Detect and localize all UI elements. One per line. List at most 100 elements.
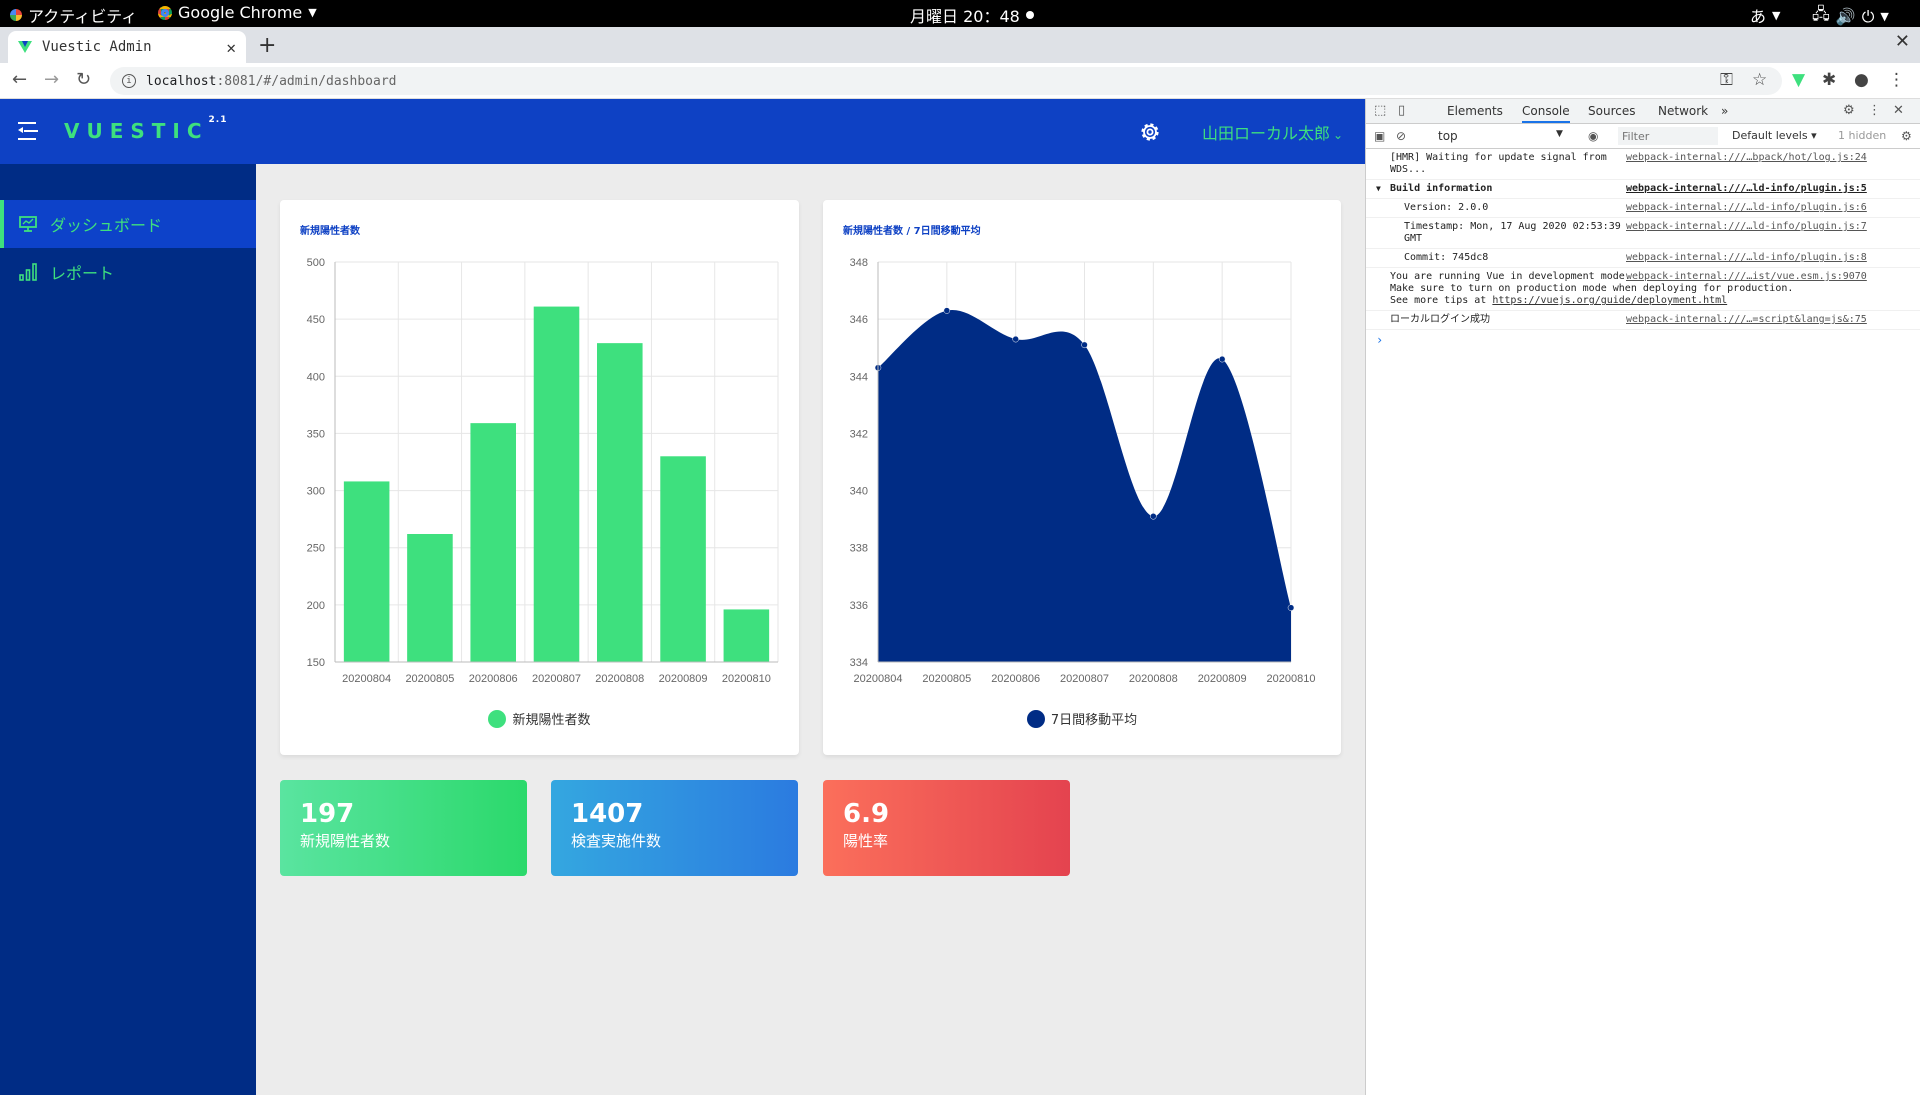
sidebar-item-report[interactable]: レポート: [0, 248, 256, 296]
bar[interactable]: [597, 343, 643, 662]
device-toggle-icon[interactable]: ▯: [1398, 103, 1405, 118]
input-method-menu[interactable]: あ ▼: [1750, 3, 1780, 27]
eye-icon[interactable]: ◉: [1588, 129, 1598, 143]
log-source-link[interactable]: webpack-internal:///…=script&lang=js&:75: [1626, 314, 1867, 326]
sidebar: ダッシュボード レポート: [0, 164, 256, 1095]
url-path: :8081/#/admin/dashboard: [216, 73, 397, 89]
x-tick-label: 20200805: [922, 673, 971, 685]
chart-legend[interactable]: 7日間移動平均: [823, 709, 1341, 728]
app-menu[interactable]: Google Chrome ▼: [158, 3, 317, 22]
filter-input[interactable]: [1618, 127, 1718, 145]
data-point[interactable]: [1081, 341, 1088, 349]
inspect-icon[interactable]: ⬚: [1374, 103, 1386, 118]
menu-toggle-button[interactable]: [16, 120, 40, 142]
x-tick-label: 20200809: [659, 673, 708, 685]
back-button[interactable]: ←: [12, 69, 27, 90]
bar[interactable]: [407, 534, 453, 662]
info-icon[interactable]: i: [122, 74, 136, 88]
clear-console-icon[interactable]: ⊘: [1396, 129, 1406, 143]
stat-card-new-positive: 197 新規陽性者数: [280, 780, 527, 876]
devtools-panel: ⬚ ▯ Elements Console Sources Network » ⚙…: [1365, 99, 1920, 1095]
expand-triangle-icon[interactable]: ▼: [1376, 183, 1381, 195]
address-bar[interactable]: i localhost:8081/#/admin/dashboard: [110, 67, 1782, 95]
tab-console[interactable]: Console: [1522, 104, 1570, 123]
bar[interactable]: [470, 423, 516, 662]
console-log: Timestamp: Mon, 17 Aug 2020 02:53:39 GMT…: [1366, 218, 1920, 249]
bar[interactable]: [343, 481, 390, 662]
tab-sources[interactable]: Sources: [1588, 104, 1635, 118]
gear-icon[interactable]: [1138, 120, 1162, 144]
browser-tab[interactable]: Vuestic Admin ✕: [8, 31, 246, 63]
data-point[interactable]: [1150, 513, 1157, 520]
bar[interactable]: [660, 456, 706, 662]
y-tick-label: 300: [307, 486, 325, 498]
data-point[interactable]: [1012, 335, 1019, 343]
os-top-bar: アクティビティ Google Chrome ▼ 月曜日 20：48 あ ▼ 🖧 …: [0, 0, 1920, 27]
x-tick-label: 20200807: [532, 673, 581, 685]
x-tick-label: 20200805: [405, 673, 454, 685]
input-method-label: あ: [1750, 7, 1767, 26]
x-tick-label: 20200804: [342, 673, 391, 685]
user-dropdown[interactable]: 山田ローカル太郎 ⌄: [1202, 120, 1343, 144]
more-tabs-button[interactable]: »: [1721, 104, 1728, 118]
chrome-icon: [158, 5, 172, 20]
extensions-icon[interactable]: ✱: [1822, 70, 1836, 90]
activities-icon: [10, 9, 22, 21]
x-tick-label: 20200810: [722, 673, 771, 685]
y-tick-label: 150: [307, 657, 325, 669]
tab-network[interactable]: Network: [1658, 104, 1708, 118]
profile-icon[interactable]: ●: [1854, 70, 1869, 90]
levels-dropdown[interactable]: Default levels ▾: [1732, 129, 1817, 142]
y-tick-label: 400: [307, 371, 325, 383]
data-point[interactable]: [1218, 355, 1226, 363]
y-tick-label: 336: [850, 600, 868, 612]
y-tick-label: 250: [307, 543, 325, 555]
console-settings-icon[interactable]: ⚙: [1901, 129, 1912, 143]
settings-gear-icon[interactable]: ⚙: [1843, 103, 1855, 118]
tab-close-icon[interactable]: ✕: [226, 38, 236, 57]
vue-devtools-icon[interactable]: ▼: [1792, 70, 1805, 90]
area-chart-card: 新規陽性者数 / 7日間移動平均 334 336 338 340 342 344 346 34…: [823, 200, 1341, 755]
log-source-link[interactable]: webpack-internal:///…ld-info/plugin.js:5: [1626, 183, 1867, 195]
data-point[interactable]: [1287, 604, 1295, 611]
bar[interactable]: [533, 306, 580, 662]
log-source-link[interactable]: webpack-internal:///…ld-info/plugin.js:7: [1626, 221, 1867, 233]
console-log-group[interactable]: ▼ Build information webpack-internal:///…l…: [1366, 180, 1920, 199]
log-source-link[interactable]: webpack-internal:///…ist/vue.esm.js:9070: [1626, 271, 1867, 283]
legend-label: 7日間移動平均: [1050, 713, 1138, 728]
legend-swatch: [488, 709, 507, 728]
sidebar-toggle-icon[interactable]: ▣: [1374, 129, 1385, 143]
reload-button[interactable]: ↻: [76, 69, 91, 90]
tab-elements[interactable]: Elements: [1447, 104, 1503, 118]
log-source-link[interactable]: webpack-internal:///…ld-info/plugin.js:6: [1626, 202, 1867, 214]
console-log: [HMR] Waiting for update signal from WDS…: [1366, 149, 1920, 180]
log-source-link[interactable]: webpack-internal:///…ld-info/plugin.js:8: [1626, 252, 1867, 264]
chart-legend[interactable]: 新規陽性者数: [280, 709, 799, 728]
forward-button[interactable]: →: [44, 69, 59, 90]
close-icon[interactable]: ✕: [1893, 103, 1904, 118]
app-name-label: Google Chrome: [178, 3, 303, 22]
data-point[interactable]: [943, 307, 951, 314]
vue-docs-link[interactable]: https://vuejs.org/guide/deployment.html: [1492, 295, 1727, 306]
activities-button[interactable]: アクティビティ: [10, 3, 137, 27]
area-series[interactable]: [878, 310, 1291, 662]
kebab-menu-icon[interactable]: ⋮: [1868, 103, 1881, 118]
console-prompt[interactable]: ›: [1366, 330, 1920, 347]
system-menu[interactable]: 🖧 🔊 ⏻ ▼: [1812, 3, 1889, 30]
console-toolbar: ▣ ⊘ top ▼ ◉ Default levels ▾ 1 hidden ⚙: [1366, 124, 1920, 149]
window-close-button[interactable]: ✕: [1895, 31, 1910, 52]
sidebar-item-label: レポート: [50, 264, 115, 283]
kebab-menu-icon[interactable]: ⋮: [1888, 70, 1905, 90]
key-icon[interactable]: ⚿: [1720, 70, 1733, 90]
context-select[interactable]: top: [1438, 129, 1458, 143]
x-tick-label: 20200808: [595, 673, 644, 685]
console-log: Version: 2.0.0 webpack-internal:///…ld-in…: [1366, 199, 1920, 218]
clock[interactable]: 月曜日 20：48: [910, 3, 1034, 27]
star-icon[interactable]: ☆: [1752, 70, 1767, 90]
app-logo[interactable]: VUESTIC2.1: [64, 115, 228, 143]
new-tab-button[interactable]: +: [258, 33, 276, 58]
log-source-link[interactable]: webpack-internal:///…bpack/hot/log.js:24: [1626, 152, 1867, 164]
sidebar-item-dashboard[interactable]: ダッシュボード: [0, 200, 256, 248]
bar[interactable]: [723, 609, 770, 662]
y-tick-label: 342: [850, 428, 868, 440]
